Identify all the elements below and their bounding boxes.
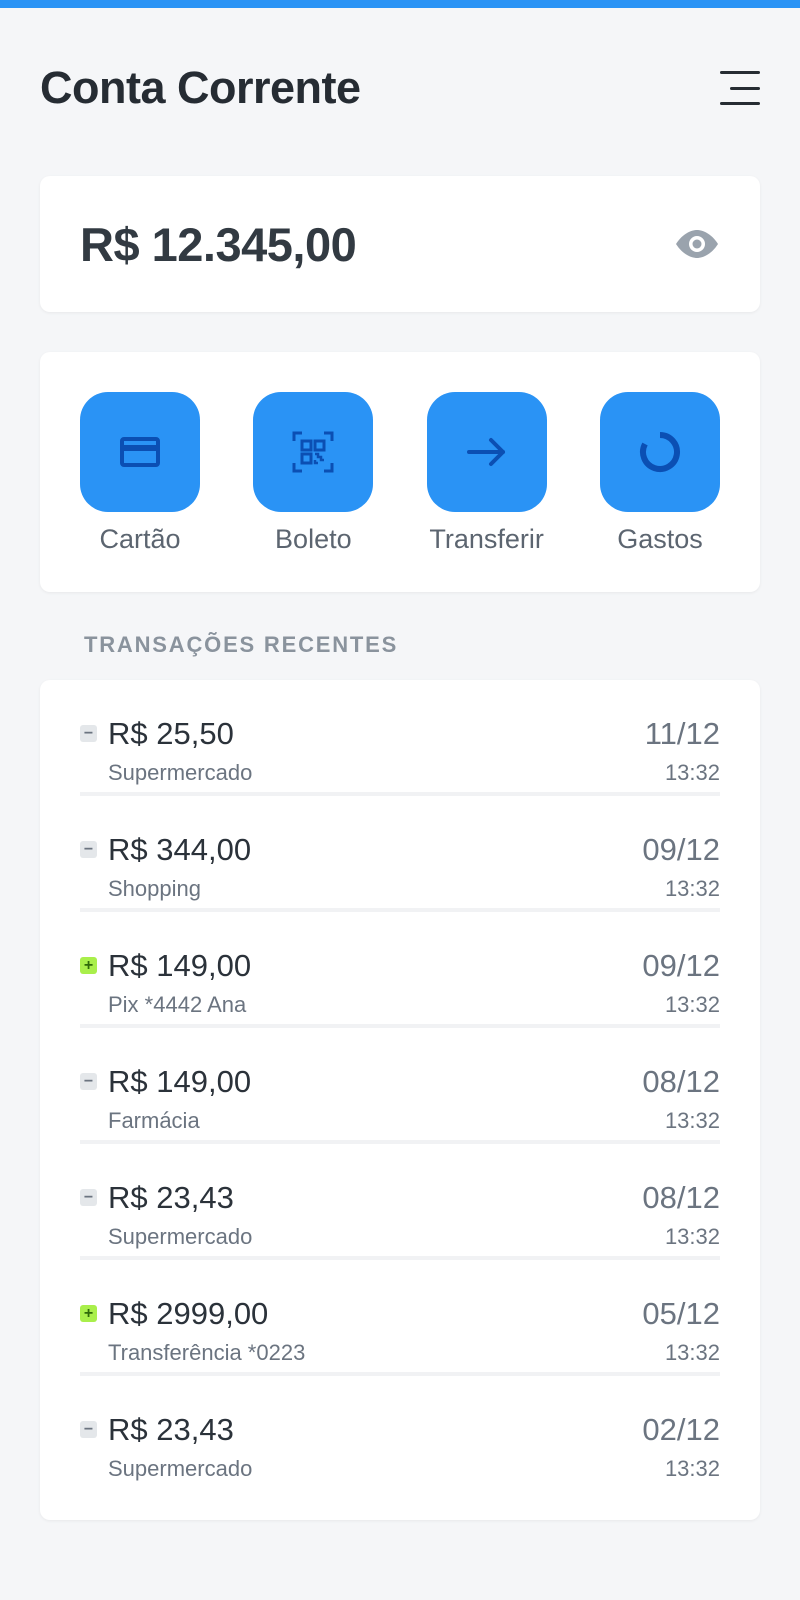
transaction-description: Shopping: [108, 876, 201, 901]
action-label: Cartão: [99, 524, 181, 554]
transaction-date: 08/12: [642, 1064, 720, 1099]
action-card[interactable]: Cartão: [80, 392, 200, 592]
transaction-row[interactable]: − R$ 23,43 Supermercado 08/12 13:32: [80, 1144, 720, 1260]
transaction-amount: R$ 149,00: [108, 1064, 252, 1099]
transaction-date: 08/12: [642, 1180, 720, 1215]
quick-actions: Cartão Boleto Transferir Gastos: [40, 352, 760, 592]
page-title: Conta Corrente: [40, 62, 361, 113]
plus-icon: +: [80, 957, 97, 974]
transaction-time: 13:32: [664, 1340, 720, 1365]
transaction-time: 13:32: [664, 1456, 720, 1481]
transaction-description: Farmácia: [108, 1108, 200, 1133]
menu-icon[interactable]: [720, 71, 760, 105]
transaction-description: Transferência *0223: [108, 1340, 306, 1365]
transaction-date: 02/12: [642, 1412, 720, 1447]
header: Conta Corrente: [40, 56, 760, 120]
action-label: Boleto: [275, 524, 352, 554]
transaction-amount: R$ 25,50: [108, 716, 234, 751]
action-label: Transferir: [429, 524, 544, 554]
card-icon: [80, 392, 200, 512]
balance-card: R$ 12.345,00: [40, 176, 760, 312]
transaction-description: Supermercado: [108, 760, 253, 785]
transaction-amount: R$ 23,43: [108, 1180, 234, 1215]
minus-icon: −: [80, 841, 97, 858]
arrow-right-icon: [426, 392, 547, 512]
donut-chart-icon: [599, 392, 720, 512]
transaction-description: Supermercado: [108, 1456, 253, 1481]
transaction-time: 13:32: [664, 1224, 720, 1249]
transaction-amount: R$ 344,00: [108, 832, 252, 867]
eye-icon[interactable]: [674, 229, 720, 259]
transaction-row[interactable]: + R$ 2999,00 Transferência *0223 05/12 1…: [80, 1260, 720, 1376]
action-expenses[interactable]: Gastos: [599, 392, 720, 592]
minus-icon: −: [80, 1189, 97, 1206]
transaction-description: Supermercado: [108, 1224, 253, 1249]
transaction-row[interactable]: − R$ 149,00 Farmácia 08/12 13:32: [80, 1028, 720, 1144]
transaction-description: Pix *4442 Ana: [108, 992, 247, 1017]
transaction-row[interactable]: − R$ 23,43 Supermercado 02/12 13:32: [80, 1376, 720, 1492]
top-accent-bar: [0, 0, 800, 8]
transaction-row[interactable]: + R$ 149,00 Pix *4442 Ana 09/12 13:32: [80, 912, 720, 1028]
plus-icon: +: [80, 1305, 97, 1322]
transaction-time: 13:32: [664, 1108, 720, 1133]
action-label: Gastos: [617, 524, 703, 554]
transaction-date: 09/12: [642, 832, 720, 867]
transaction-time: 13:32: [664, 992, 720, 1017]
minus-icon: −: [80, 725, 97, 742]
transaction-amount: R$ 2999,00: [108, 1296, 269, 1331]
transaction-time: 13:32: [664, 760, 720, 785]
action-transfer[interactable]: Transferir: [426, 392, 547, 592]
transactions-list: − R$ 25,50 Supermercado 11/12 13:32 − R$…: [40, 680, 760, 1520]
transaction-time: 13:32: [664, 876, 720, 901]
minus-icon: −: [80, 1073, 97, 1090]
transaction-amount: R$ 149,00: [108, 948, 252, 983]
minus-icon: −: [80, 1421, 97, 1438]
qr-code-icon: [253, 392, 374, 512]
transaction-date: 05/12: [642, 1296, 720, 1331]
section-title: TRANSAÇÕES RECENTES: [84, 632, 399, 657]
transaction-row[interactable]: − R$ 344,00 Shopping 09/12 13:32: [80, 796, 720, 912]
transaction-row[interactable]: − R$ 25,50 Supermercado 11/12 13:32: [80, 680, 720, 796]
balance-amount: R$ 12.345,00: [80, 217, 357, 271]
transaction-date: 09/12: [642, 948, 720, 983]
action-boleto[interactable]: Boleto: [253, 392, 374, 592]
transaction-date: 11/12: [644, 716, 720, 751]
transaction-amount: R$ 23,43: [108, 1412, 234, 1447]
